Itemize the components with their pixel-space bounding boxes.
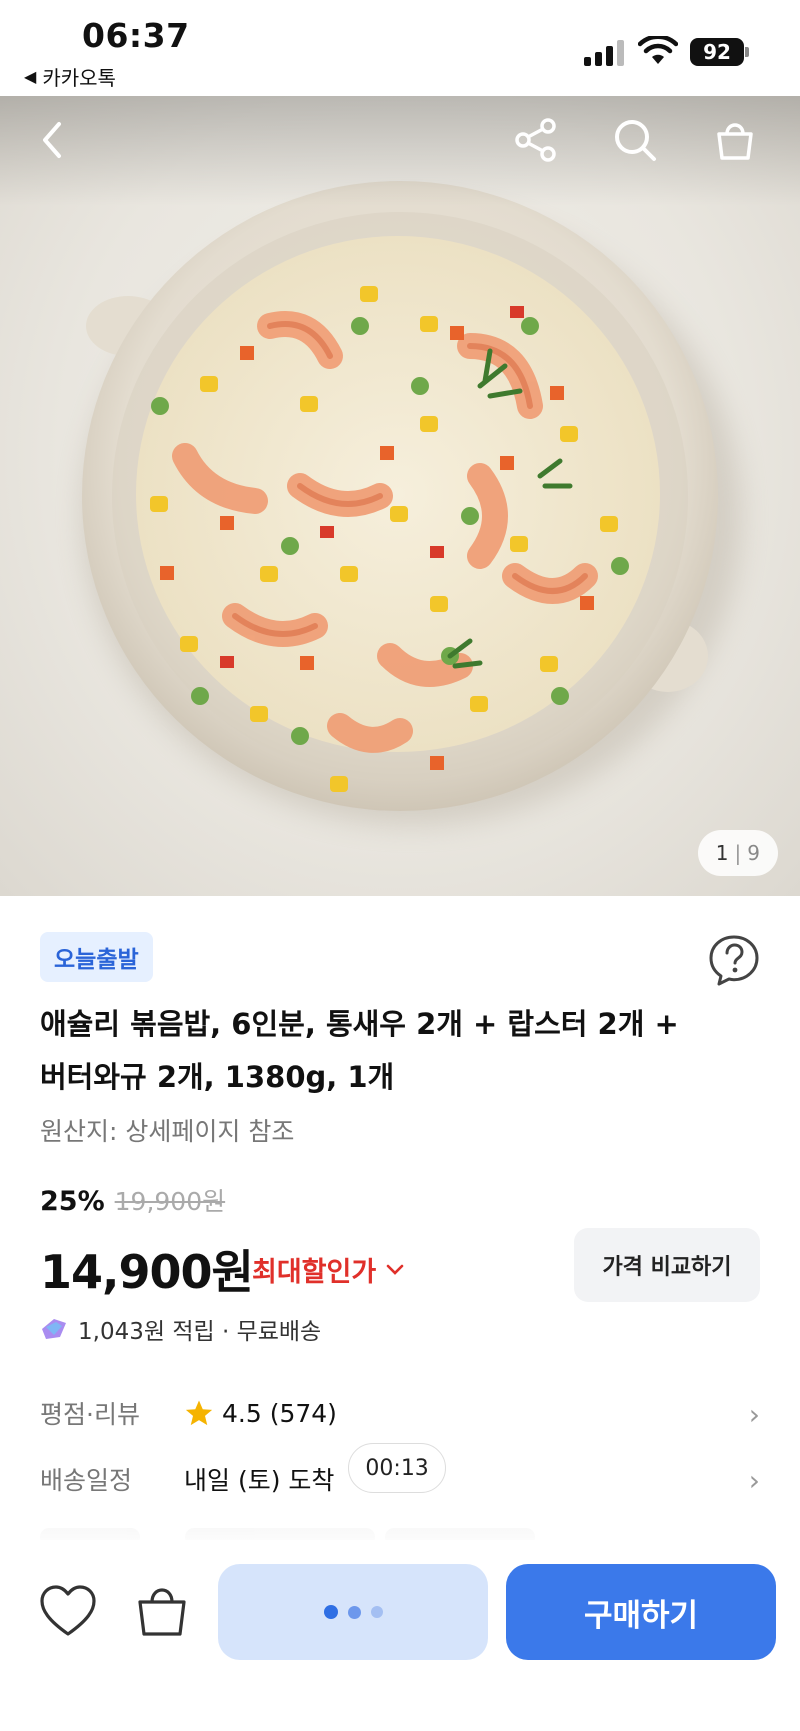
chevron-right-icon: › bbox=[748, 1398, 760, 1431]
delivery-schedule-row[interactable]: 배송일정 내일 (토) 도착 00:13 › bbox=[40, 1443, 760, 1506]
product-title-line1: 애슐리 볶음밥, 6인분, 통새우 2개 + 랍스터 2개 + bbox=[40, 1007, 679, 1041]
search-button[interactable] bbox=[607, 112, 663, 168]
today-dispatch-badge: 오늘출발 bbox=[40, 932, 153, 982]
page-total: 9 bbox=[747, 841, 760, 865]
buy-now-button[interactable]: 구매하기 bbox=[506, 1564, 776, 1660]
search-icon bbox=[615, 120, 656, 161]
product-title: 애슐리 볶음밥, 6인분, 통새우 2개 + 랍스터 2개 + 버터와규 2개,… bbox=[40, 998, 740, 1104]
star-icon bbox=[185, 1400, 213, 1426]
discount-rate: 25% bbox=[40, 1186, 105, 1217]
heart-icon bbox=[40, 1585, 96, 1636]
fried-rice-photo bbox=[82, 181, 742, 826]
original-price: 19,900원 bbox=[114, 1187, 226, 1216]
rating-review-label: 평점·리뷰 bbox=[40, 1400, 140, 1429]
loading-dot bbox=[347, 1605, 361, 1619]
shopping-bag-icon bbox=[138, 1588, 186, 1636]
chevron-left-icon bbox=[43, 122, 61, 158]
back-to-app-link[interactable]: ◀ 카카오톡 bbox=[24, 62, 116, 91]
question-bubble-icon bbox=[709, 935, 759, 986]
image-page-indicator: 1 | 9 bbox=[697, 830, 778, 876]
battery-indicator: 92 bbox=[690, 38, 744, 66]
shopping-bag-icon bbox=[717, 123, 753, 160]
max-discount-label: 최대할인가 bbox=[252, 1257, 377, 1288]
cellular-signal-icon bbox=[584, 40, 626, 66]
delivery-countdown-timer: 00:13 bbox=[348, 1443, 446, 1493]
share-button[interactable] bbox=[508, 112, 564, 168]
loading-dot bbox=[370, 1606, 383, 1618]
product-image-carousel[interactable]: 1 | 9 bbox=[0, 96, 800, 896]
rating-review-row[interactable]: 평점·리뷰 4.5 (574) › bbox=[40, 1386, 760, 1440]
back-triangle-icon: ◀ bbox=[24, 67, 37, 86]
chevron-right-icon: › bbox=[748, 1464, 760, 1497]
page-current: 1 bbox=[715, 841, 729, 865]
rating-value: 4.5 (574) bbox=[222, 1398, 337, 1428]
battery-level: 92 bbox=[703, 40, 731, 64]
delivery-label: 배송일정 bbox=[40, 1466, 133, 1495]
inquiry-button[interactable] bbox=[706, 932, 762, 988]
battery-tip bbox=[745, 47, 749, 57]
discount-info: 25% 19,900원 bbox=[40, 1182, 225, 1218]
chevron-down-icon bbox=[386, 1264, 404, 1275]
wishlist-button[interactable] bbox=[38, 1582, 98, 1642]
wifi-icon bbox=[638, 36, 678, 64]
cart-button[interactable] bbox=[707, 112, 763, 168]
hero-top-shade bbox=[0, 96, 800, 206]
reward-coin-icon bbox=[42, 1319, 66, 1339]
price-compare-button[interactable]: 가격 비교하기 bbox=[574, 1228, 760, 1302]
reward-text: 1,043원 적립 · 무료배송 bbox=[78, 1319, 322, 1345]
delivery-value: 내일 (토) 도착 bbox=[184, 1466, 335, 1495]
add-to-cart-button[interactable] bbox=[132, 1580, 192, 1640]
origin-text: 원산지: 상세페이지 참조 bbox=[40, 1117, 295, 1146]
page-separator: | bbox=[734, 841, 742, 865]
back-app-label: 카카오톡 bbox=[42, 66, 116, 90]
sale-price: 14,900원 bbox=[40, 1245, 254, 1299]
product-title-line2: 버터와규 2개, 1380g, 1개 bbox=[40, 1060, 395, 1094]
loading-button[interactable] bbox=[218, 1564, 488, 1660]
status-time: 06:37 bbox=[82, 16, 190, 55]
share-icon bbox=[515, 118, 556, 162]
status-bar: 06:37 ◀ 카카오톡 92 bbox=[0, 0, 800, 96]
reward-shipping-info: 1,043원 적립 · 무료배송 bbox=[40, 1312, 321, 1346]
max-discount-dropdown[interactable]: 최대할인가 bbox=[252, 1250, 404, 1289]
back-button[interactable] bbox=[24, 112, 80, 168]
loading-dot bbox=[323, 1605, 338, 1619]
delivery-value-group: 내일 (토) 도착 00:13 bbox=[184, 1443, 446, 1497]
rating-value-group: 4.5 (574) bbox=[184, 1398, 337, 1428]
